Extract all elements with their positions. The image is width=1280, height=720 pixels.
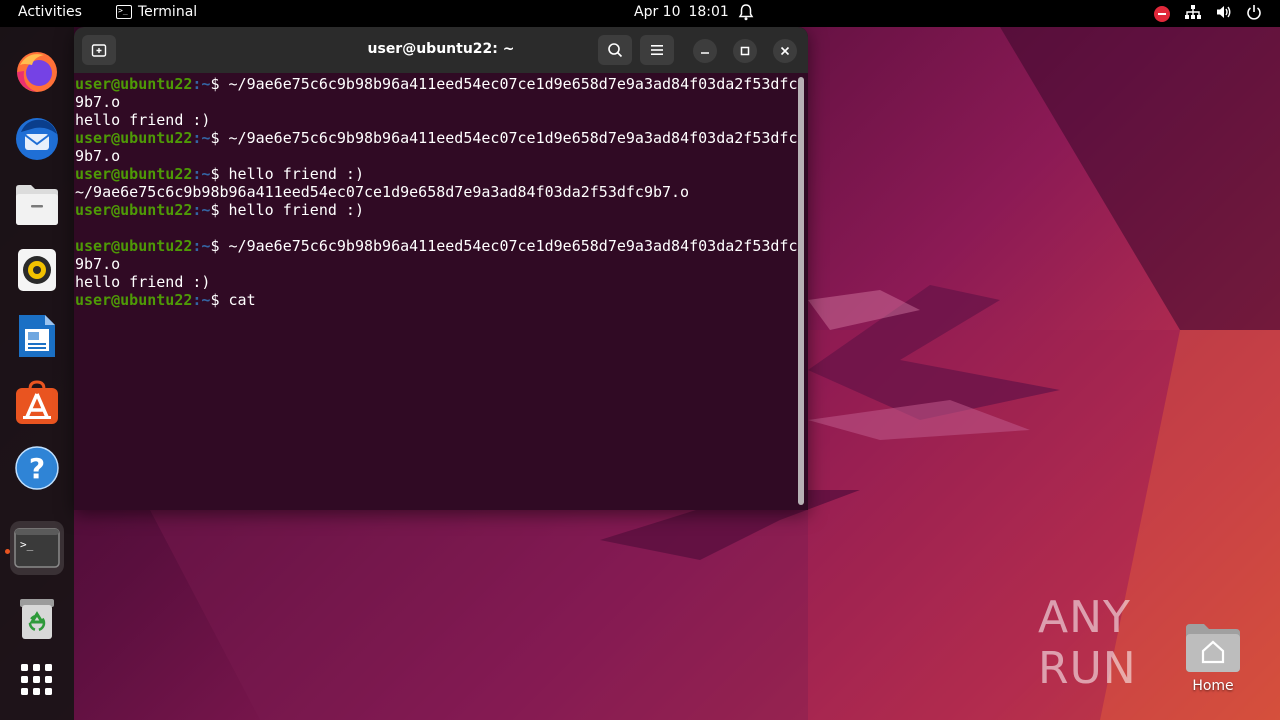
- top-bar: Activities >_ Terminal Apr 10 18:01: [0, 0, 1280, 27]
- dock-item-thunderbird[interactable]: [10, 111, 64, 165]
- dock-item-rhythmbox[interactable]: [10, 243, 64, 297]
- terminal-line: user@ubuntu22:~$ ~/9ae6e75c6c9b98b96a411…: [75, 75, 797, 93]
- system-tray[interactable]: [1154, 4, 1262, 24]
- rhythmbox-icon: [18, 249, 56, 291]
- minimize-button[interactable]: [693, 39, 717, 63]
- network-icon: [1184, 4, 1202, 24]
- volume-icon: [1216, 4, 1232, 24]
- terminal-line: 9b7.o: [75, 255, 793, 273]
- line-text: 9b7.o: [75, 147, 121, 165]
- line-text: hello friend :): [75, 273, 211, 291]
- help-icon: ?: [15, 446, 59, 490]
- svg-text:?: ?: [29, 452, 45, 485]
- firefox-icon: [17, 52, 57, 92]
- terminal-output[interactable]: user@ubuntu22:~$ ~/9ae6e75c6c9b98b96a411…: [75, 75, 797, 507]
- search-button[interactable]: [598, 35, 632, 65]
- prompt-symbol: $: [210, 237, 229, 255]
- prompt-path: :~: [192, 201, 211, 219]
- prompt-path: :~: [192, 237, 211, 255]
- libreoffice-writer-icon: [19, 315, 55, 357]
- trash-icon: [20, 599, 54, 639]
- app-center-icon: [16, 380, 58, 424]
- maximize-button[interactable]: [733, 39, 757, 63]
- clock-time: 18:01: [688, 4, 729, 20]
- close-button[interactable]: [773, 39, 797, 63]
- prompt-user: user@ubuntu22: [75, 237, 193, 255]
- files-icon: [16, 185, 58, 225]
- terminal-app-icon: >_: [116, 5, 132, 19]
- prompt-symbol: $: [210, 75, 229, 93]
- terminal-line: 9b7.o: [75, 147, 793, 165]
- show-apps-icon: [21, 664, 52, 695]
- svg-text:>_: >_: [20, 538, 34, 551]
- dock-item-trash[interactable]: [10, 591, 64, 645]
- dock-item-libreoffice-writer[interactable]: [10, 309, 64, 363]
- prompt-symbol: $: [210, 165, 229, 183]
- maximize-icon: [740, 46, 750, 56]
- line-text: ~/9ae6e75c6c9b98b96a411eed54ec07ce1d9e65…: [75, 183, 690, 201]
- prompt-symbol: $: [210, 291, 229, 309]
- dock: ? >_: [0, 27, 74, 720]
- watermark-text: ANY RUN: [1038, 592, 1137, 694]
- prompt-path: :~: [192, 291, 211, 309]
- close-icon: [780, 46, 790, 56]
- line-text: hello friend :): [228, 201, 364, 219]
- app-menu[interactable]: >_ Terminal: [116, 4, 197, 20]
- prompt-user: user@ubuntu22: [75, 201, 193, 219]
- clock-date: Apr 10: [634, 4, 681, 20]
- line-text: hello friend :): [75, 111, 211, 129]
- prompt-symbol: $: [210, 201, 229, 219]
- dock-item-help[interactable]: ?: [10, 441, 64, 495]
- terminal-line: hello friend :): [75, 111, 793, 129]
- prompt-user: user@ubuntu22: [75, 75, 193, 93]
- line-text: 9b7.o: [75, 93, 121, 111]
- prompt-path: :~: [192, 165, 211, 183]
- do-not-disturb-icon[interactable]: [1154, 6, 1170, 22]
- terminal-line: user@ubuntu22:~$ hello friend :): [75, 201, 793, 219]
- terminal-line: user@ubuntu22:~$ cat: [75, 291, 793, 309]
- line-text: 9b7.o: [75, 255, 121, 273]
- line-text: cat: [228, 291, 256, 309]
- search-icon: [608, 43, 623, 58]
- line-text: ~/9ae6e75c6c9b98b96a411eed54ec07ce1d9e65…: [228, 129, 798, 147]
- power-icon: [1246, 4, 1262, 24]
- hamburger-menu-icon: [651, 45, 663, 55]
- dock-item-terminal[interactable]: >_: [10, 521, 64, 575]
- clock[interactable]: Apr 10 18:01: [634, 4, 729, 20]
- anyrun-watermark: ANY RUN: [1038, 592, 1242, 694]
- prompt-user: user@ubuntu22: [75, 129, 193, 147]
- app-menu-label: Terminal: [138, 4, 198, 20]
- terminal-titlebar[interactable]: user@ubuntu22: ~: [74, 27, 808, 73]
- terminal-line: 9b7.o: [75, 93, 793, 111]
- dock-item-files[interactable]: [10, 177, 64, 231]
- line-text: ~/9ae6e75c6c9b98b96a411eed54ec07ce1d9e65…: [228, 75, 798, 93]
- dock-item-show-apps[interactable]: [10, 653, 64, 707]
- terminal-line: ~/9ae6e75c6c9b98b96a411eed54ec07ce1d9e65…: [75, 183, 793, 201]
- terminal-line: user@ubuntu22:~$ ~/9ae6e75c6c9b98b96a411…: [75, 129, 797, 147]
- terminal-line: hello friend :): [75, 273, 793, 291]
- terminal-line: user@ubuntu22:~$ ~/9ae6e75c6c9b98b96a411…: [75, 237, 797, 255]
- minimize-icon: [701, 52, 709, 54]
- dock-item-firefox[interactable]: [10, 45, 64, 99]
- menu-button[interactable]: [640, 35, 674, 65]
- prompt-path: :~: [192, 75, 211, 93]
- line-text: ~/9ae6e75c6c9b98b96a411eed54ec07ce1d9e65…: [228, 237, 798, 255]
- dock-item-app-center[interactable]: [10, 375, 64, 429]
- prompt-path: :~: [192, 129, 211, 147]
- terminal-window: user@ubuntu22: ~ user@ubuntu22:~$ ~/9ae6…: [74, 27, 808, 510]
- prompt-symbol: $: [210, 129, 229, 147]
- terminal-icon: >_: [14, 528, 60, 568]
- activities-button[interactable]: Activities: [18, 4, 82, 20]
- terminal-line: user@ubuntu22:~$ hello friend :): [75, 165, 793, 183]
- prompt-user: user@ubuntu22: [75, 165, 193, 183]
- line-text: hello friend :): [228, 165, 364, 183]
- prompt-user: user@ubuntu22: [75, 291, 193, 309]
- terminal-scrollbar[interactable]: [798, 77, 804, 505]
- thunderbird-icon: [16, 118, 58, 160]
- notification-bell-icon: [738, 4, 754, 25]
